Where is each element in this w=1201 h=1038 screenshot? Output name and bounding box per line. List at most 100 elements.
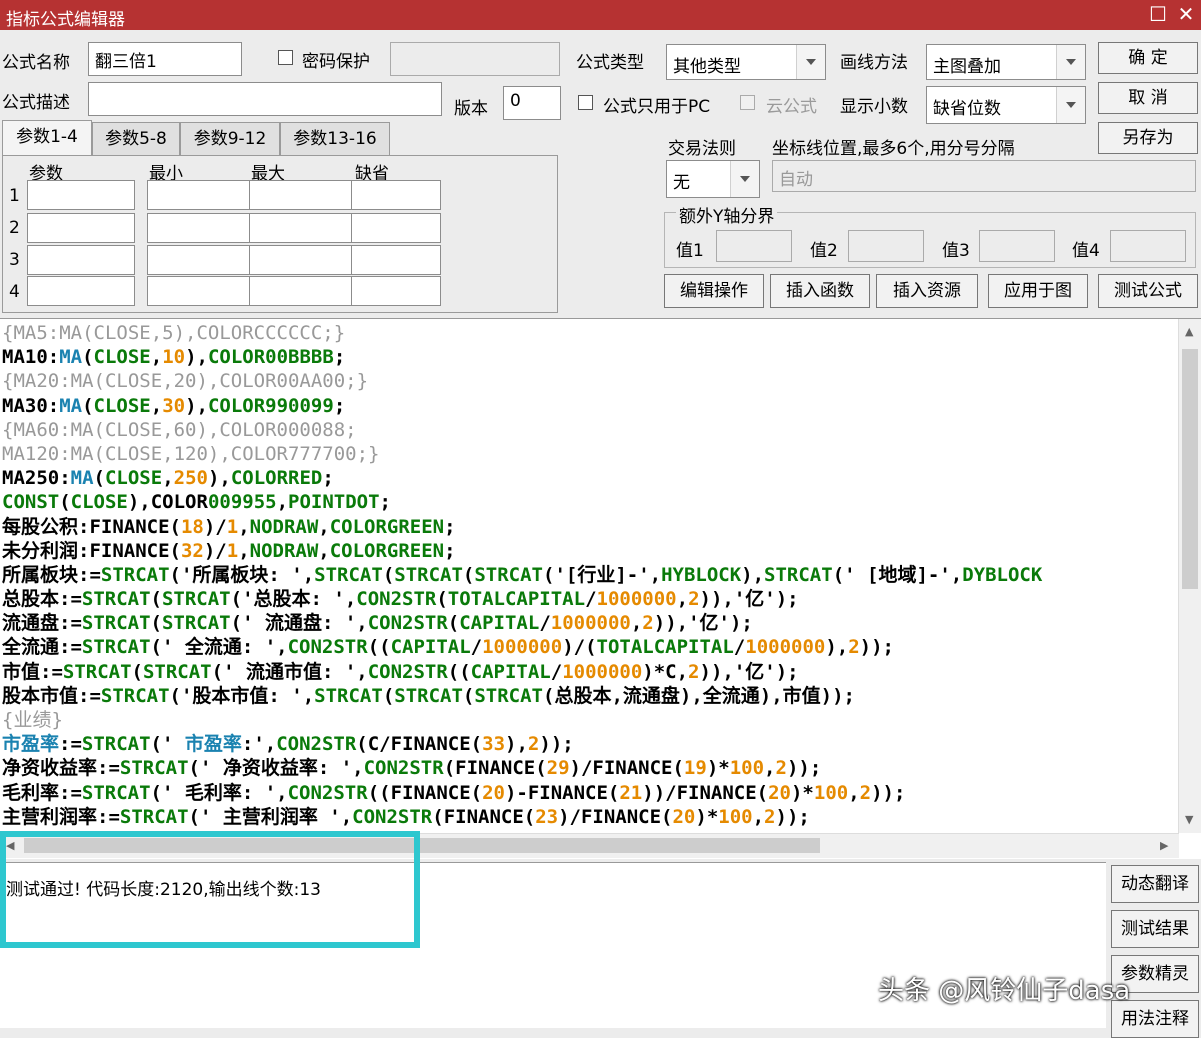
code-line[interactable]: MA120:MA(CLOSE,120),COLOR777700;} [2,442,1174,466]
code-text[interactable]: {MA5:MA(CLOSE,5),COLORCCCCCC;} MA10:MA(CL… [2,321,1174,831]
param-1-default-input[interactable] [351,180,441,210]
code-line[interactable]: 主营利润率:=STRCAT(' 主营利润率 ',CON2STR(FINANCE(… [2,805,1174,829]
chevron-down-icon[interactable] [796,45,825,79]
param-row-number: 2 [9,218,20,238]
cloud-formula-checkbox[interactable] [740,95,755,110]
code-line[interactable]: 所属板块:=STRCAT('所属板块: ',STRCAT(STRCAT(STRC… [2,563,1174,587]
code-line[interactable]: MA250:MA(CLOSE,250),COLORRED; [2,466,1174,490]
code-line[interactable]: 市盈率:=STRCAT(' 市盈率:',CON2STR(C/FINANCE(33… [2,732,1174,756]
formula-type-select[interactable]: 其他类型 [666,44,826,80]
coord-line-input[interactable]: 自动 [772,160,1196,192]
code-line[interactable]: CONST(CLOSE),COLOR009955,POINTDOT; [2,490,1174,514]
code-line[interactable]: 净资收益率:=STRCAT(' 净资收益率: ',CON2STR(FINANCE… [2,756,1174,780]
title-bar: 指标公式编辑器 ☐ ✕ [0,0,1201,30]
window-title: 指标公式编辑器 [6,10,125,30]
code-line[interactable]: {业绩} [2,708,1174,732]
scroll-up-icon[interactable]: ▲ [1185,325,1193,338]
y-value-1-label: 值1 [676,241,704,261]
code-line[interactable]: 股本市值:=STRCAT('股本市值: ',STRCAT(STRCAT(STRC… [2,684,1174,708]
trade-rule-select[interactable]: 无 [666,160,760,198]
code-line[interactable]: 毛利率:=STRCAT(' 毛利率: ',CON2STR((FINANCE(20… [2,781,1174,805]
param-4-default-input[interactable] [351,276,441,306]
code-line[interactable]: MA10:MA(CLOSE,10),COLOR00BBBB; [2,345,1174,369]
code-line[interactable]: 流通盘:=STRCAT(STRCAT(' 流通盘: ',CON2STR(CAPI… [2,611,1174,635]
formula-name-input[interactable]: 翻三倍1 [88,42,242,76]
param-row-number: 3 [9,250,20,270]
y-value-4-label: 值4 [1072,241,1100,261]
chevron-down-icon[interactable] [1056,87,1085,123]
tab-params-13-16[interactable]: 参数13-16 [280,122,390,156]
decimals-select[interactable]: 缺省位数 [926,86,1086,124]
code-line[interactable]: {MA5:MA(CLOSE,5),COLORCCCCCC;} [2,321,1174,345]
tab-params-1-4[interactable]: 参数1-4 [2,120,92,156]
formula-name-label: 公式名称 [2,53,70,73]
param-2-default-input[interactable] [351,213,441,243]
param-3-max-input[interactable] [249,245,357,275]
formula-type-value: 其他类型 [673,57,741,77]
chevron-down-icon[interactable] [1056,45,1085,79]
password-label: 密码保护 [302,52,370,72]
draw-method-select[interactable]: 主图叠加 [926,44,1086,80]
vertical-scroll-thumb[interactable] [1182,349,1198,589]
tab-params-9-12[interactable]: 参数9-12 [180,122,280,156]
param-2-name-input[interactable] [27,213,135,243]
param-1-min-input[interactable] [147,180,255,210]
code-line[interactable]: 每股公积:FINANCE(18)/1,NODRAW,COLORGREEN; [2,515,1174,539]
decimals-label: 显示小数 [840,97,908,117]
param-4-min-input[interactable] [147,276,255,306]
apply-to-chart-button[interactable]: 应用于图 [988,274,1088,308]
param-1-name-input[interactable] [27,180,135,210]
param-3-name-input[interactable] [27,245,135,275]
y-value-2-label: 值2 [810,241,838,261]
extra-y-axis-label: 额外Y轴分界 [676,202,778,227]
password-checkbox[interactable] [278,50,293,65]
cloud-formula-label: 云公式 [766,97,817,117]
chevron-down-icon[interactable] [730,161,759,197]
close-icon[interactable]: ✕ [1174,3,1198,27]
code-line[interactable]: 全流通:=STRCAT(' 全流通: ',CON2STR((CAPITAL/10… [2,635,1174,659]
result-highlight-box [0,831,420,948]
cancel-button[interactable]: 取 消 [1098,82,1198,114]
insert-function-button[interactable]: 插入函数 [770,274,870,308]
scroll-right-icon[interactable]: ▶ [1160,839,1168,852]
scroll-down-icon[interactable]: ▼ [1185,813,1193,826]
insert-resource-button[interactable]: 插入资源 [876,274,978,308]
code-line[interactable]: {MA60:MA(CLOSE,60),COLOR000088; [2,418,1174,442]
code-line[interactable]: 市值:=STRCAT(STRCAT(' 流通市值: ',CON2STR((CAP… [2,660,1174,684]
code-editor[interactable]: {MA5:MA(CLOSE,5),COLORCCCCCC;} MA10:MA(CL… [0,318,1201,859]
dynamic-translate-button[interactable]: 动态翻译 [1111,865,1199,903]
y-value-3-label: 值3 [942,241,970,261]
code-line[interactable]: MA30:MA(CLOSE,30),COLOR990099; [2,394,1174,418]
code-line[interactable]: 总股本:=STRCAT(STRCAT('总股本: ',CON2STR(TOTAL… [2,587,1174,611]
maximize-icon[interactable]: ☐ [1146,3,1170,27]
param-3-min-input[interactable] [147,245,255,275]
edit-ops-button[interactable]: 编辑操作 [664,274,764,308]
coord-line-label: 坐标线位置,最多6个,用分号分隔 [772,139,1015,159]
vertical-scrollbar[interactable]: ▲ ▼ [1178,319,1201,833]
code-line[interactable]: {MA20:MA(CLOSE,20),COLOR00AA00;} [2,369,1174,393]
test-formula-button[interactable]: 测试公式 [1098,274,1198,308]
watermark-text: 头条 @风铃仙子dasa [878,976,1131,1006]
test-result-button[interactable]: 测试结果 [1111,910,1199,948]
param-1-max-input[interactable] [249,180,357,210]
param-2-min-input[interactable] [147,213,255,243]
tab-params-5-8[interactable]: 参数5-8 [92,122,180,156]
param-4-max-input[interactable] [249,276,357,306]
ok-button[interactable]: 确 定 [1098,42,1198,74]
draw-method-label: 画线方法 [840,53,908,73]
y-value-4-input[interactable] [1110,230,1186,262]
save-as-button[interactable]: 另存为 [1098,122,1198,154]
decimals-value: 缺省位数 [933,99,1001,119]
param-row-number: 1 [9,186,20,206]
formula-desc-input[interactable] [88,82,442,116]
version-input[interactable]: 0 [503,86,561,120]
password-input[interactable] [390,42,560,76]
y-value-2-input[interactable] [848,230,924,262]
param-3-default-input[interactable] [351,245,441,275]
code-line[interactable]: 未分利润:FINANCE(32)/1,NODRAW,COLORGREEN; [2,539,1174,563]
param-4-name-input[interactable] [27,276,135,306]
y-value-3-input[interactable] [979,230,1055,262]
y-value-1-input[interactable] [716,230,792,262]
pc-only-checkbox[interactable] [578,95,593,110]
param-2-max-input[interactable] [249,213,357,243]
